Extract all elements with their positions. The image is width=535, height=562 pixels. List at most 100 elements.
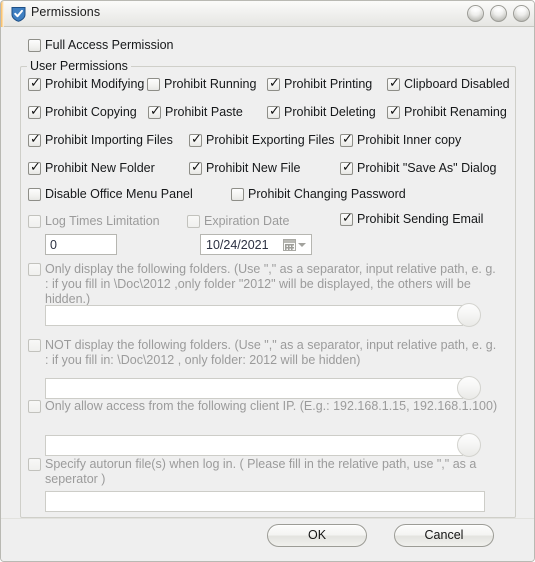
checkbox-prohibit-renaming[interactable]: ✓ Prohibit Renaming — [387, 105, 507, 120]
checkbox-specify-autorun-files[interactable]: Specify autorun file(s) when log in. ( P… — [28, 457, 498, 487]
checkbox-box — [28, 263, 41, 276]
checkbox-label: Expiration Date — [204, 214, 290, 228]
checkbox-box: ✓ — [28, 76, 41, 91]
not-display-folders-browse-button[interactable] — [457, 376, 481, 400]
checkbox-box: ✓ — [148, 104, 161, 119]
checkbox-prohibit-deleting[interactable]: ✓ Prohibit Deleting — [267, 105, 376, 120]
title-bar: Permissions — [1, 1, 534, 27]
checkbox-box: ✓ — [189, 160, 202, 175]
calendar-icon[interactable] — [283, 238, 296, 251]
maximize-button[interactable] — [490, 5, 507, 22]
checkbox-box: ✓ — [28, 160, 41, 175]
checkbox-label: Prohibit Sending Email — [357, 212, 484, 226]
permissions-dialog: Permissions Full Access Permission User … — [0, 0, 535, 562]
checkbox-box — [28, 215, 41, 228]
expiration-date-value: 10/24/2021 — [206, 237, 269, 252]
expiration-date-picker[interactable]: 10/24/2021 — [200, 234, 312, 255]
log-times-input[interactable] — [45, 234, 117, 255]
checkbox-label: Prohibit Importing Files — [45, 133, 173, 147]
checkbox-box — [187, 215, 200, 228]
check-tick: ✓ — [269, 104, 280, 119]
checkbox-prohibit-printing[interactable]: ✓ Prohibit Printing — [267, 77, 372, 92]
checkbox-prohibit-changing-password[interactable]: Prohibit Changing Password — [231, 187, 406, 202]
checkbox-label: Only allow access from the following cli… — [45, 399, 498, 413]
checkbox-label: Prohibit Exporting Files — [206, 133, 335, 147]
checkbox-label: Prohibit New File — [206, 161, 301, 175]
checkbox-prohibit-sending-email[interactable]: ✓ Prohibit Sending Email — [340, 212, 483, 227]
user-permissions-legend: User Permissions — [27, 59, 131, 73]
checkbox-expiration-date[interactable]: Expiration Date — [187, 214, 289, 229]
checkbox-prohibit-exporting-files[interactable]: ✓ Prohibit Exporting Files — [189, 133, 335, 148]
checkbox-prohibit-copying[interactable]: ✓ Prohibit Copying — [28, 105, 137, 120]
checkbox-label: Prohibit Renaming — [404, 105, 507, 119]
checkbox-label: Prohibit Inner copy — [357, 133, 462, 147]
checkbox-log-times-limitation[interactable]: Log Times Limitation — [28, 214, 160, 229]
checkbox-box: ✓ — [340, 132, 353, 147]
check-tick: ✓ — [389, 104, 400, 119]
checkbox-box: ✓ — [387, 77, 400, 91]
checkbox-label: Prohibit "Save As" Dialog — [357, 161, 497, 175]
checkbox-clipboard-disabled[interactable]: ✓ Clipboard Disabled — [387, 77, 510, 92]
checkbox-box — [28, 39, 41, 52]
allow-client-ip-input[interactable] — [45, 435, 463, 456]
check-tick: ✓ — [191, 132, 202, 147]
check-tick: ✓ — [191, 160, 202, 175]
only-display-folders-input[interactable] — [45, 305, 463, 326]
close-button[interactable] — [513, 5, 530, 22]
check-tick: ✓ — [342, 132, 353, 147]
checkbox-box: ✓ — [189, 132, 202, 147]
checkbox-label: Prohibit Changing Password — [248, 187, 406, 201]
checkbox-label: Prohibit Running — [164, 77, 257, 91]
checkbox-box: ✓ — [340, 160, 353, 175]
allow-client-ip-browse-button[interactable] — [457, 433, 481, 457]
checkbox-label: NOT display the following folders. (Use … — [45, 338, 497, 367]
checkbox-only-display-folders[interactable]: Only display the following folders. (Use… — [28, 262, 498, 307]
check-tick: ✓ — [30, 76, 41, 91]
check-tick: ✓ — [30, 160, 41, 175]
checkbox-prohibit-save-as-dialog[interactable]: ✓ Prohibit "Save As" Dialog — [340, 161, 497, 176]
check-tick: ✓ — [150, 104, 161, 119]
minimize-button[interactable] — [467, 5, 484, 22]
checkbox-box — [28, 188, 41, 201]
specify-autorun-files-input[interactable] — [45, 491, 485, 512]
chevron-down-icon[interactable] — [298, 242, 306, 247]
checkbox-box: ✓ — [28, 132, 41, 147]
checkbox-prohibit-importing-files[interactable]: ✓ Prohibit Importing Files — [28, 133, 173, 148]
checkbox-prohibit-paste[interactable]: ✓ Prohibit Paste — [148, 105, 243, 120]
ok-button[interactable]: OK — [267, 524, 367, 547]
checkbox-allow-client-ip[interactable]: Only allow access from the following cli… — [28, 399, 498, 414]
checkbox-prohibit-new-folder[interactable]: ✓ Prohibit New Folder — [28, 161, 155, 176]
checkbox-prohibit-new-file[interactable]: ✓ Prohibit New File — [189, 161, 300, 176]
titlebar-accent-edge — [1, 1, 4, 27]
checkbox-prohibit-modifying[interactable]: ✓ Prohibit Modifying — [28, 77, 144, 92]
window-title: Permissions — [31, 5, 101, 19]
checkbox-full-access-permission[interactable]: Full Access Permission — [28, 38, 174, 53]
checkbox-box: ✓ — [340, 211, 353, 226]
checkbox-box: ✓ — [267, 77, 280, 91]
checkbox-box — [28, 339, 41, 352]
checkbox-label: Full Access Permission — [45, 38, 174, 52]
checkbox-label: Prohibit Paste — [165, 105, 243, 119]
checkbox-label: Log Times Limitation — [45, 214, 160, 228]
check-tick: ✓ — [342, 211, 353, 226]
check-tick: ✓ — [342, 160, 353, 175]
checkbox-label: Prohibit Modifying — [45, 77, 145, 91]
checkbox-prohibit-inner-copy[interactable]: ✓ Prohibit Inner copy — [340, 133, 461, 148]
checkbox-label: Clipboard Disabled — [404, 77, 510, 91]
only-display-folders-browse-button[interactable] — [457, 303, 481, 327]
checkbox-disable-office-menu-panel[interactable]: Disable Office Menu Panel — [28, 187, 193, 202]
checkbox-label: Prohibit Printing — [284, 77, 373, 91]
checkbox-label: Prohibit Deleting — [284, 105, 376, 119]
checkbox-prohibit-running[interactable]: Prohibit Running — [147, 77, 256, 92]
checkbox-label: Prohibit Copying — [45, 105, 137, 119]
checkbox-not-display-folders[interactable]: NOT display the following folders. (Use … — [28, 338, 498, 368]
check-tick: ✓ — [30, 132, 41, 147]
checkbox-box: ✓ — [28, 105, 41, 119]
checkbox-box — [147, 78, 160, 91]
not-display-folders-input[interactable] — [45, 378, 463, 399]
checkbox-box — [28, 400, 41, 413]
cancel-button[interactable]: Cancel — [394, 524, 494, 547]
checkbox-label: Specify autorun file(s) when log in. ( P… — [45, 457, 477, 486]
checkbox-box: ✓ — [387, 104, 400, 119]
checkbox-box: ✓ — [267, 104, 280, 119]
